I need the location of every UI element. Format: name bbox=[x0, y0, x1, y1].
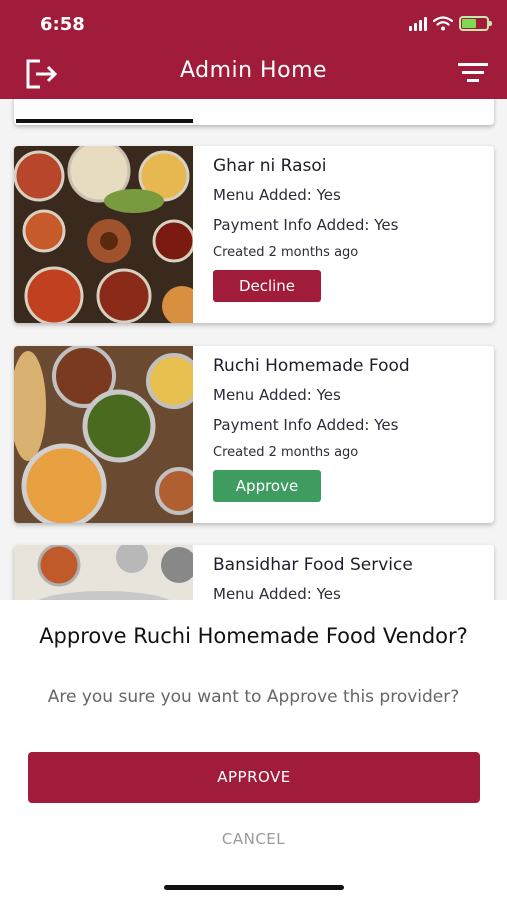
dialog-message: Are you sure you want to Approve this pr… bbox=[47, 687, 460, 707]
vendor-card[interactable]: Bansidhar Food Service Menu Added: Yes bbox=[14, 545, 494, 600]
vendor-info: Ruchi Homemade Food Menu Added: Yes Paym… bbox=[213, 352, 486, 502]
approve-button[interactable]: Approve bbox=[213, 470, 321, 502]
vendor-card[interactable]: Ghar ni Rasoi Menu Added: Yes Payment In… bbox=[14, 146, 494, 323]
vendor-info: Bansidhar Food Service Menu Added: Yes bbox=[213, 551, 486, 600]
home-indicator bbox=[164, 885, 344, 890]
vendor-name: Ruchi Homemade Food bbox=[213, 356, 410, 376]
payment-status: Payment Info Added: Yes bbox=[213, 216, 399, 234]
payment-status: Payment Info Added: Yes bbox=[213, 416, 399, 434]
created-time: Created 2 months ago bbox=[213, 245, 359, 260]
vendor-card-partial bbox=[14, 99, 494, 125]
signal-icon bbox=[409, 16, 427, 31]
filter-icon[interactable] bbox=[457, 62, 489, 84]
cancel-button[interactable]: CANCEL bbox=[0, 830, 507, 848]
status-icons bbox=[409, 16, 492, 31]
menu-status: Menu Added: Yes bbox=[213, 585, 341, 600]
vendor-list[interactable]: Ghar ni Rasoi Menu Added: Yes Payment In… bbox=[0, 99, 507, 600]
confirm-approve-button[interactable]: APPROVE bbox=[28, 752, 480, 803]
app-header: 6:58 Admin Home bbox=[0, 0, 507, 99]
page-title: Admin Home bbox=[179, 58, 328, 83]
menu-status: Menu Added: Yes bbox=[213, 186, 341, 204]
decline-button[interactable]: Decline bbox=[213, 270, 321, 302]
status-time: 6:58 bbox=[40, 14, 85, 35]
vendor-name: Ghar ni Rasoi bbox=[213, 156, 327, 176]
vendor-name: Bansidhar Food Service bbox=[213, 555, 413, 575]
approve-dialog: Approve Ruchi Homemade Food Vendor? Are … bbox=[0, 600, 507, 900]
created-time: Created 2 months ago bbox=[213, 445, 359, 460]
vendor-food-image bbox=[14, 146, 193, 323]
image-edge bbox=[16, 119, 193, 123]
vendor-food-image bbox=[14, 346, 193, 523]
dialog-title: Approve Ruchi Homemade Food Vendor? bbox=[39, 624, 468, 648]
menu-status: Menu Added: Yes bbox=[213, 386, 341, 404]
vendor-card[interactable]: Ruchi Homemade Food Menu Added: Yes Paym… bbox=[14, 346, 494, 523]
vendor-food-image bbox=[14, 545, 193, 600]
vendor-info: Ghar ni Rasoi Menu Added: Yes Payment In… bbox=[213, 152, 486, 302]
wifi-icon bbox=[433, 16, 453, 31]
battery-icon bbox=[459, 16, 492, 31]
